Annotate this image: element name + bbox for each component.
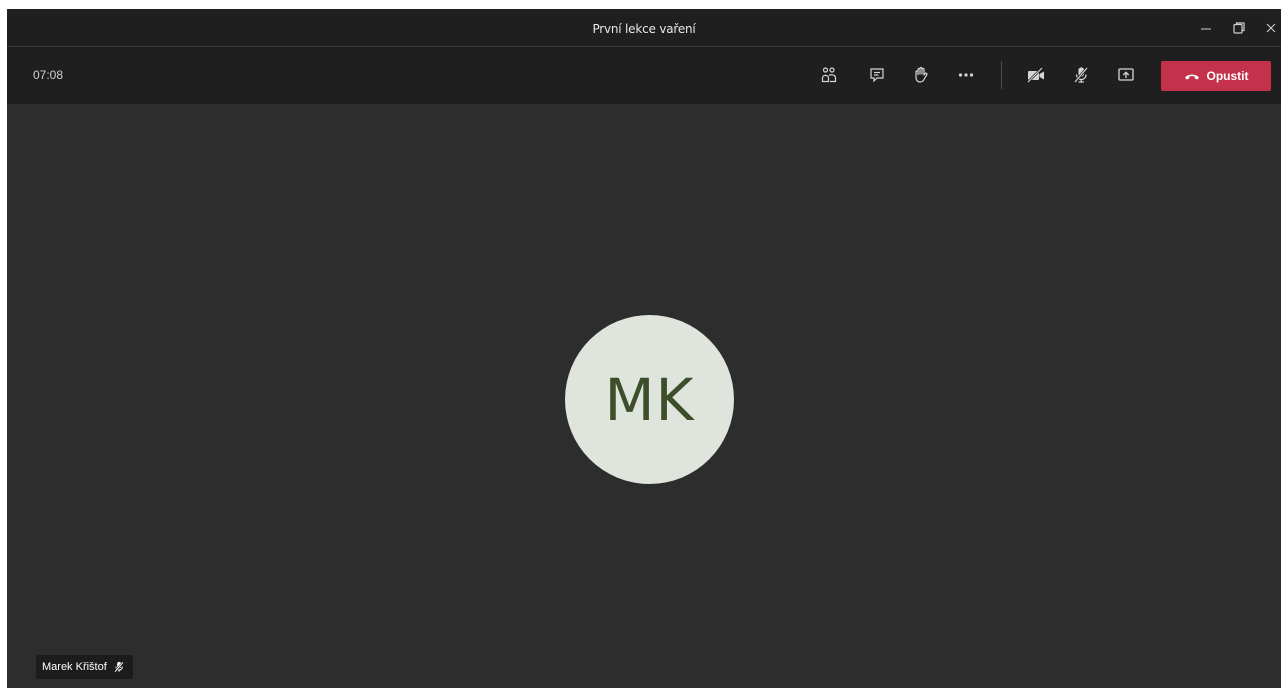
camera-toggle-button[interactable] [1022,61,1050,89]
chat-icon [870,68,884,83]
close-button[interactable] [1260,17,1281,39]
window-title: První lekce vaření [592,22,696,36]
minimize-button[interactable] [1195,17,1217,39]
mic-off-icon [1074,67,1088,83]
avatar-initials: MK [604,365,695,434]
minimize-icon [1201,28,1211,30]
toolbar-divider [1001,61,1002,89]
participant-name: Marek Křištof [42,661,107,673]
close-icon [1266,23,1276,33]
more-options-icon [958,73,974,77]
participant-name-tag: Marek Křištof [36,655,133,679]
participants-icon [821,67,837,83]
title-bar: První lekce vaření [7,9,1281,46]
raise-hand-icon [915,66,928,83]
raise-hand-button[interactable] [907,61,935,89]
call-timer: 07:08 [33,68,64,82]
muted-mic-icon [114,661,124,673]
camera-off-icon [1027,67,1044,83]
participants-button[interactable] [815,61,843,89]
participant-avatar: MK [565,315,734,484]
more-options-button[interactable] [952,61,980,89]
restore-icon [1233,22,1245,34]
video-stage: MK Marek Křištof [7,104,1281,688]
leave-call-label: Opustit [1206,69,1249,83]
hang-up-icon [1184,74,1199,80]
restore-button[interactable] [1228,17,1250,39]
meeting-window: První lekce vaření 07:08 Opustit MK Mare… [7,9,1281,688]
chat-button[interactable] [863,61,891,89]
meeting-toolbar: 07:08 Opustit [7,47,1281,104]
leave-call-button[interactable]: Opustit [1161,61,1271,91]
share-screen-icon [1118,68,1134,81]
share-screen-button[interactable] [1112,61,1140,89]
microphone-toggle-button[interactable] [1067,61,1095,89]
